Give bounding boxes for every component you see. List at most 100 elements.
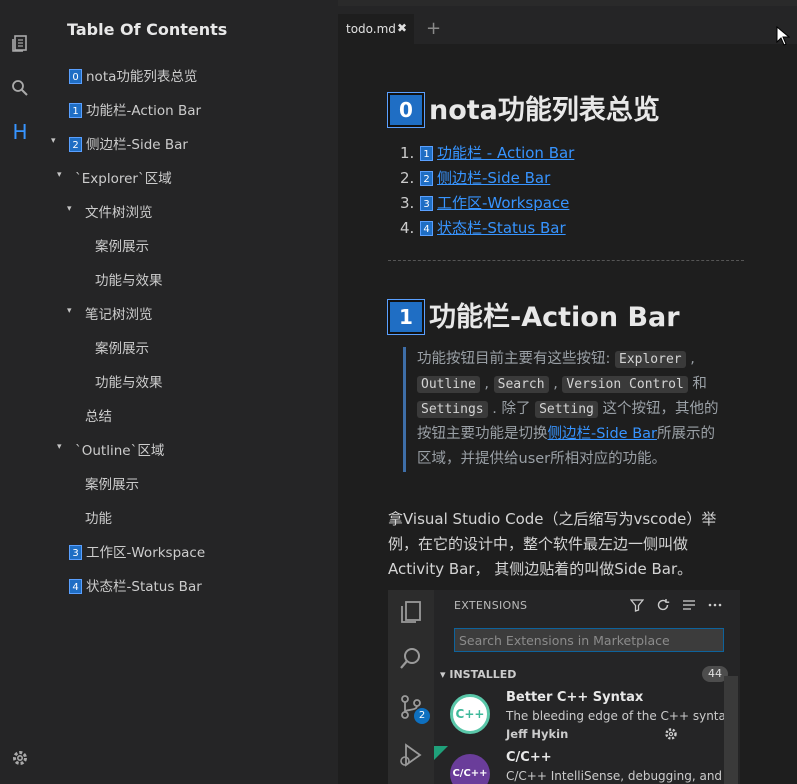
extension-description: The bleeding edge of the C++ syntax xyxy=(506,709,733,723)
heading-badge: 0 xyxy=(388,93,424,127)
divider xyxy=(388,260,744,261)
toc-item[interactable]: 总结 xyxy=(40,396,338,430)
list-number: 4. xyxy=(400,219,415,237)
filter-icon xyxy=(630,599,644,612)
toc-item[interactable]: ▾ `Explorer`区域 xyxy=(40,158,338,192)
search-icon[interactable] xyxy=(9,77,31,99)
extension-name: C/C++ xyxy=(506,750,552,765)
toc-item[interactable]: 1 功能栏-Action Bar xyxy=(40,90,338,124)
section-link[interactable]: 侧边栏-Side Bar xyxy=(437,169,550,187)
extension-description: C/C++ IntelliSense, debugging, and xyxy=(506,769,723,783)
scm-count-badge: 2 xyxy=(414,708,430,724)
toc-text: 功能与效果 xyxy=(95,273,163,289)
heading-badge: 1 xyxy=(388,300,424,334)
blockquote: 功能按钮目前主要有这些按钮: Explorer , Outline , Sear… xyxy=(403,347,723,472)
quote-text: , xyxy=(479,376,494,392)
toc-item[interactable]: ▾ 2 侧边栏-Side Bar xyxy=(40,124,338,158)
toc-item-label: 总结 xyxy=(85,405,112,425)
chevron-down-icon[interactable]: ▾ xyxy=(51,136,56,146)
extension-item: C++ Better C++ Syntax The bleeding edge … xyxy=(434,690,740,746)
extension-item: C/C++ C/C++ C/C++ IntelliSense, debuggin… xyxy=(434,746,740,784)
list-badge: 2 xyxy=(420,171,433,186)
toc-text: 案例展示 xyxy=(85,477,139,493)
code-setting: Setting xyxy=(535,401,598,418)
toc-text: 工作区-Workspace xyxy=(86,545,206,561)
chevron-down-icon[interactable]: ▾ xyxy=(57,170,62,180)
toc-item[interactable]: 案例展示 xyxy=(40,226,338,260)
toc-item-label: 案例展示 xyxy=(85,473,139,493)
extension-author: Jeff Hykin xyxy=(506,727,569,741)
recommended-corner xyxy=(434,746,448,760)
toc-item-label: 案例展示 xyxy=(95,235,149,255)
clear-icon xyxy=(683,600,695,610)
toc-badge: 2 xyxy=(69,137,82,152)
extensions-title: EXTENSIONS xyxy=(454,599,528,612)
chevron-down-icon[interactable]: ▾ xyxy=(67,306,72,316)
list-item: 3. 3 工作区-Workspace xyxy=(400,192,574,217)
code-explorer: Explorer xyxy=(615,351,686,368)
heading-text: nota功能列表总览 xyxy=(429,95,660,126)
toc-item-label: 3 工作区-Workspace xyxy=(69,541,205,561)
embedded-screenshot: 2 EXTENSIONS Search Extensions in Market… xyxy=(388,590,740,784)
toc-item[interactable]: 3 工作区-Workspace xyxy=(40,532,338,566)
list-item: 4. 4 状态栏-Status Bar xyxy=(400,217,574,242)
toc-text: 案例展示 xyxy=(95,341,149,357)
close-icon[interactable]: ✖ xyxy=(397,21,407,35)
list-number: 2. xyxy=(400,169,415,187)
toc-item-label: `Explorer`区域 xyxy=(75,167,172,187)
paragraph: 拿Visual Studio Code（之后缩写为vscode）举例，在它的设计… xyxy=(388,510,717,578)
heading-overview: 0 nota功能列表总览 xyxy=(388,88,660,127)
sidebar-title: Table Of Contents xyxy=(67,20,228,39)
toc-text: 功能栏-Action Bar xyxy=(86,103,202,119)
quote-text: , xyxy=(548,376,563,392)
toc-item[interactable]: ▾ `Outline`区域 xyxy=(40,430,338,464)
section-link[interactable]: 工作区-Workspace xyxy=(437,194,569,212)
toc-item-label: 笔记树浏览 xyxy=(85,303,153,323)
heading-text: 功能栏-Action Bar xyxy=(429,302,680,333)
section-link[interactable]: 功能栏 - Action Bar xyxy=(437,144,574,162)
quote-text: 和 xyxy=(687,376,707,392)
extensions-panel: EXTENSIONS Search Extensions in Marketpl… xyxy=(434,590,740,784)
link-side-bar[interactable]: 侧边栏-Side Bar xyxy=(548,426,658,442)
chevron-down-icon[interactable]: ▾ xyxy=(67,204,72,214)
toc-badge: 1 xyxy=(69,103,82,118)
toc-item[interactable]: ▾ 文件树浏览 xyxy=(40,192,338,226)
toc-item-label: 功能与效果 xyxy=(95,371,163,391)
toc-text: nota功能列表总览 xyxy=(86,69,198,85)
toc-item-label: 功能 xyxy=(85,507,112,527)
toc-item[interactable]: 4 状态栏-Status Bar xyxy=(40,566,338,600)
more-icon xyxy=(708,603,722,607)
toc-item[interactable]: ▾ 笔记树浏览 xyxy=(40,294,338,328)
chevron-down-icon[interactable]: ▾ xyxy=(57,442,62,452)
toc-text: 总结 xyxy=(85,409,112,425)
run-debug-icon xyxy=(400,743,422,767)
tab-todo-md[interactable]: todo.md ✖ xyxy=(338,14,414,44)
toc-item[interactable]: 功能与效果 xyxy=(40,362,338,396)
toc-text: `Outline`区域 xyxy=(75,443,165,459)
extension-name: Better C++ Syntax xyxy=(506,690,644,705)
toc-item[interactable]: 功能与效果 xyxy=(40,260,338,294)
section-link[interactable]: 状态栏-Status Bar xyxy=(437,219,566,237)
installed-section-header: ▾ INSTALLED xyxy=(440,668,516,681)
activity-bar: H xyxy=(0,0,40,784)
heading-icon[interactable]: H xyxy=(9,120,31,144)
gear-icon[interactable] xyxy=(9,747,31,769)
embedded-activity-bar: 2 xyxy=(388,590,434,784)
toc-item[interactable]: 案例展示 xyxy=(40,328,338,362)
toc-badge: 0 xyxy=(69,69,82,84)
toc-item-label: 0 nota功能列表总览 xyxy=(69,65,197,85)
list-badge: 3 xyxy=(420,196,433,211)
toc-text: `Explorer`区域 xyxy=(75,171,172,187)
extensions-search-input: Search Extensions in Marketplace xyxy=(454,628,724,652)
toc-item-label: 2 侧边栏-Side Bar xyxy=(69,133,188,153)
code-search: Search xyxy=(493,376,549,393)
toc-item[interactable]: 功能 xyxy=(40,498,338,532)
toc-text: 侧边栏-Side Bar xyxy=(86,137,188,153)
toc-item[interactable]: 0 nota功能列表总览 xyxy=(40,56,338,90)
files-icon[interactable] xyxy=(9,32,31,54)
toc-item[interactable]: 案例展示 xyxy=(40,464,338,498)
quote-text: . 除了 xyxy=(487,401,536,417)
list-badge: 1 xyxy=(420,146,433,161)
add-tab-icon[interactable]: + xyxy=(426,18,441,39)
list-badge: 4 xyxy=(420,221,433,236)
